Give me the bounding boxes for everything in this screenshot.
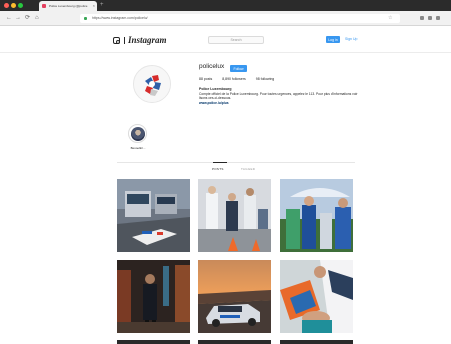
follow-button[interactable]: Follow	[230, 65, 247, 72]
post-trucks-highway[interactable]	[117, 179, 190, 252]
browser-tab[interactable]: Police Luxembourg (@police ×	[39, 1, 97, 11]
browser-window: Police Luxembourg (@police × + ← → ⟳ ⌂ h…	[0, 0, 451, 344]
maximize-window-button[interactable]	[18, 3, 23, 8]
reload-icon[interactable]: ⟳	[25, 14, 30, 22]
highlight-thumbnail	[130, 126, 145, 141]
lock-icon	[84, 17, 87, 20]
back-icon[interactable]: ←	[6, 14, 12, 22]
profile-stats: 88 posts 8,890 followers 98 following	[199, 77, 283, 81]
instagram-favicon-icon	[42, 4, 46, 8]
posts-count: 88 posts	[199, 77, 213, 81]
close-window-button[interactable]	[4, 3, 9, 8]
tabs-divider	[117, 162, 355, 163]
extension-icon[interactable]	[420, 16, 424, 20]
home-icon[interactable]: ⌂	[35, 14, 39, 22]
tab-tagged[interactable]: TAGGED	[241, 167, 255, 171]
following-count[interactable]: 98 following	[256, 77, 274, 81]
profile-avatar[interactable]	[133, 65, 171, 103]
instagram-header: Instagram Search Log in Sign Up	[0, 26, 451, 53]
followers-count[interactable]: 8,890 followers	[222, 77, 246, 81]
camera-icon[interactable]	[113, 37, 120, 44]
tab-close-icon[interactable]: ×	[93, 3, 95, 8]
tab-posts[interactable]: POSTS	[212, 167, 224, 171]
tab-bar: Police Luxembourg (@police × +	[0, 0, 451, 11]
instagram-wordmark[interactable]: Instagram	[128, 35, 167, 45]
bio-link[interactable]: www.police.lu/plus	[199, 101, 229, 105]
login-button[interactable]: Log in	[326, 36, 340, 43]
post-officers-cones[interactable]	[198, 179, 271, 252]
address-bar[interactable]: https://www.instagram.com/policelu/	[80, 14, 400, 23]
browser-toolbar: ← → ⟳ ⌂ https://www.instagram.com/police…	[0, 11, 451, 26]
signup-link[interactable]: Sign Up	[345, 37, 357, 41]
minimize-window-button[interactable]	[11, 3, 16, 8]
profile-full-name: Police Luxembourg	[199, 87, 232, 91]
tab-title: Police Luxembourg (@police	[49, 4, 88, 8]
post-row-partial[interactable]	[117, 340, 190, 344]
post-patrol-car-sunset[interactable]	[198, 260, 271, 333]
extension-icon[interactable]	[428, 16, 432, 20]
profile-bio: Compte officiel de la Police Luxembourg.…	[199, 92, 359, 105]
search-input[interactable]: Search	[208, 36, 264, 44]
post-officer-dark-corridor[interactable]	[117, 260, 190, 333]
forward-icon[interactable]: →	[15, 14, 21, 22]
bio-text: Compte officiel de la Police Luxembourg.…	[199, 92, 358, 101]
active-tab-indicator	[213, 162, 227, 163]
menu-icon[interactable]	[436, 16, 440, 20]
url-text: https://www.instagram.com/policelu/	[92, 16, 148, 20]
story-highlight[interactable]	[128, 124, 147, 143]
post-officers-umbrella[interactable]	[280, 179, 353, 252]
police-logo-icon	[134, 66, 170, 102]
highlight-label: Bevoelkri...	[130, 146, 146, 150]
post-row-partial[interactable]	[198, 340, 271, 344]
post-first-aid[interactable]	[280, 260, 353, 333]
bookmark-star-icon[interactable]: ☆	[388, 15, 392, 21]
post-row-partial[interactable]	[280, 340, 353, 344]
profile-username: policelux	[199, 63, 225, 70]
new-tab-button[interactable]: +	[100, 2, 104, 8]
divider	[124, 37, 125, 44]
